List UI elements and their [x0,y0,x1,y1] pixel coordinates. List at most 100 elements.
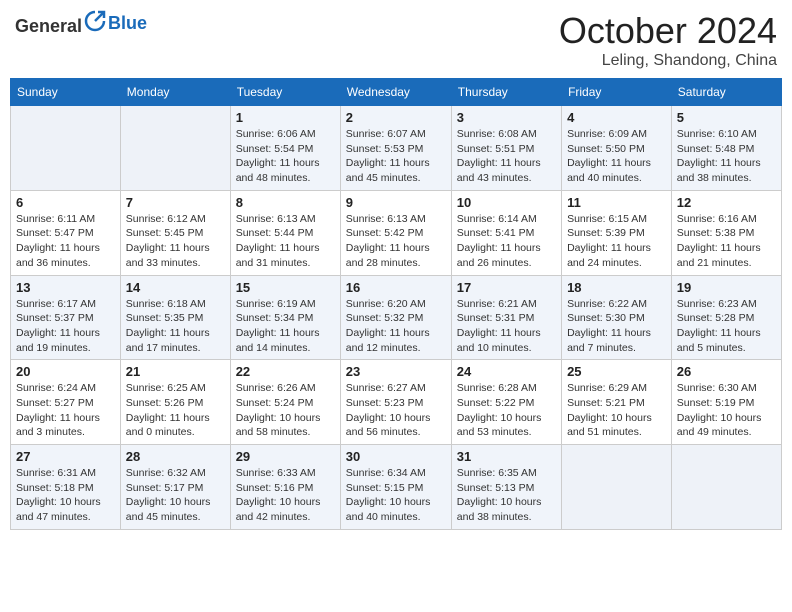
day-number: 12 [677,195,776,210]
calendar-week-row: 1 Sunrise: 6:06 AMSunset: 5:54 PMDaylight… [11,106,782,191]
day-info: Sunrise: 6:30 AMSunset: 5:19 PMDaylight:… [677,381,776,440]
calendar-cell: 21 Sunrise: 6:25 AMSunset: 5:26 PMDayligh… [120,360,230,445]
calendar-cell: 17Sunrise: 6:21 AMSunset: 5:31 PMDayligh… [451,275,561,360]
day-number: 1 [236,110,335,125]
day-number: 25 [567,364,666,379]
calendar-cell: 29 Sunrise: 6:33 AMSunset: 5:16 PMDayligh… [230,445,340,530]
day-number: 21 [126,364,225,379]
day-number: 24 [457,364,556,379]
calendar-cell: 30 Sunrise: 6:34 AMSunset: 5:15 PMDayligh… [340,445,451,530]
day-info: Sunrise: 6:16 AMSunset: 5:38 PMDaylight:… [677,212,776,271]
weekday-header: Tuesday [230,79,340,106]
day-info: Sunrise: 6:14 AMSunset: 5:41 PMDaylight:… [457,212,556,271]
calendar-cell: 6 Sunrise: 6:11 AMSunset: 5:47 PMDaylight… [11,190,121,275]
day-info: Sunrise: 6:13 AMSunset: 5:42 PMDaylight:… [346,212,446,271]
calendar-cell: 18 Sunrise: 6:22 AMSunset: 5:30 PMDayligh… [562,275,672,360]
day-info: Sunrise: 6:29 AMSunset: 5:21 PMDaylight:… [567,381,666,440]
day-number: 10 [457,195,556,210]
calendar-cell: 23Sunrise: 6:27 AMSunset: 5:23 PMDayligh… [340,360,451,445]
day-info: Sunrise: 6:28 AMSunset: 5:22 PMDaylight:… [457,381,556,440]
day-info: Sunrise: 6:10 AMSunset: 5:48 PMDaylight:… [677,127,776,186]
calendar-cell [671,445,781,530]
month-title: October 2024 [559,10,777,52]
day-info: Sunrise: 6:34 AMSunset: 5:15 PMDaylight:… [346,466,446,525]
day-number: 15 [236,280,335,295]
calendar-cell: 4 Sunrise: 6:09 AMSunset: 5:50 PMDaylight… [562,106,672,191]
day-info: Sunrise: 6:11 AMSunset: 5:47 PMDaylight:… [16,212,115,271]
day-info: Sunrise: 6:35 AMSunset: 5:13 PMDaylight:… [457,466,556,525]
weekday-header: Wednesday [340,79,451,106]
day-number: 5 [677,110,776,125]
calendar-week-row: 6 Sunrise: 6:11 AMSunset: 5:47 PMDaylight… [11,190,782,275]
calendar-header-row: SundayMondayTuesdayWednesdayThursdayFrid… [11,79,782,106]
day-number: 23 [346,364,446,379]
weekday-header: Thursday [451,79,561,106]
day-info: Sunrise: 6:19 AMSunset: 5:34 PMDaylight:… [236,297,335,356]
calendar-cell: 11Sunrise: 6:15 AMSunset: 5:39 PMDayligh… [562,190,672,275]
day-info: Sunrise: 6:18 AMSunset: 5:35 PMDaylight:… [126,297,225,356]
day-number: 3 [457,110,556,125]
day-number: 28 [126,449,225,464]
day-number: 31 [457,449,556,464]
calendar-cell: 3 Sunrise: 6:08 AMSunset: 5:51 PMDaylight… [451,106,561,191]
day-info: Sunrise: 6:12 AMSunset: 5:45 PMDaylight:… [126,212,225,271]
day-info: Sunrise: 6:08 AMSunset: 5:51 PMDaylight:… [457,127,556,186]
day-info: Sunrise: 6:31 AMSunset: 5:18 PMDaylight:… [16,466,115,525]
logo: General Blue [15,10,147,37]
calendar-cell: 12 Sunrise: 6:16 AMSunset: 5:38 PMDayligh… [671,190,781,275]
calendar-cell: 10 Sunrise: 6:14 AMSunset: 5:41 PMDayligh… [451,190,561,275]
day-number: 30 [346,449,446,464]
day-number: 27 [16,449,115,464]
day-number: 2 [346,110,446,125]
calendar-table: SundayMondayTuesdayWednesdayThursdayFrid… [10,78,782,530]
calendar-cell: 19Sunrise: 6:23 AMSunset: 5:28 PMDayligh… [671,275,781,360]
calendar-cell: 16Sunrise: 6:20 AMSunset: 5:32 PMDayligh… [340,275,451,360]
day-info: Sunrise: 6:06 AMSunset: 5:54 PMDaylight:… [236,127,335,186]
logo-text-blue: Blue [108,13,147,33]
day-number: 18 [567,280,666,295]
calendar-cell: 14Sunrise: 6:18 AMSunset: 5:35 PMDayligh… [120,275,230,360]
calendar-cell: 9 Sunrise: 6:13 AMSunset: 5:42 PMDaylight… [340,190,451,275]
logo-text-general: General [15,16,82,36]
calendar-cell: 13 Sunrise: 6:17 AMSunset: 5:37 PMDayligh… [11,275,121,360]
day-number: 20 [16,364,115,379]
day-number: 16 [346,280,446,295]
location-title: Leling, Shandong, China [559,52,777,70]
calendar-cell: 26 Sunrise: 6:30 AMSunset: 5:19 PMDayligh… [671,360,781,445]
day-info: Sunrise: 6:24 AMSunset: 5:27 PMDaylight:… [16,381,115,440]
calendar-cell [120,106,230,191]
page-header: General Blue October 2024 Leling, Shando… [10,10,782,70]
weekday-header: Friday [562,79,672,106]
day-info: Sunrise: 6:25 AMSunset: 5:26 PMDaylight:… [126,381,225,440]
day-number: 26 [677,364,776,379]
weekday-header: Monday [120,79,230,106]
calendar-cell: 15 Sunrise: 6:19 AMSunset: 5:34 PMDayligh… [230,275,340,360]
day-number: 29 [236,449,335,464]
day-number: 6 [16,195,115,210]
calendar-week-row: 13 Sunrise: 6:17 AMSunset: 5:37 PMDayligh… [11,275,782,360]
day-info: Sunrise: 6:09 AMSunset: 5:50 PMDaylight:… [567,127,666,186]
day-info: Sunrise: 6:26 AMSunset: 5:24 PMDaylight:… [236,381,335,440]
calendar-cell [11,106,121,191]
calendar-cell: 2 Sunrise: 6:07 AMSunset: 5:53 PMDaylight… [340,106,451,191]
calendar-week-row: 27 Sunrise: 6:31 AMSunset: 5:18 PMDayligh… [11,445,782,530]
day-number: 22 [236,364,335,379]
day-info: Sunrise: 6:32 AMSunset: 5:17 PMDaylight:… [126,466,225,525]
calendar-cell: 22 Sunrise: 6:26 AMSunset: 5:24 PMDayligh… [230,360,340,445]
day-info: Sunrise: 6:17 AMSunset: 5:37 PMDaylight:… [16,297,115,356]
day-info: Sunrise: 6:07 AMSunset: 5:53 PMDaylight:… [346,127,446,186]
calendar-cell: 24 Sunrise: 6:28 AMSunset: 5:22 PMDayligh… [451,360,561,445]
calendar-cell: 20 Sunrise: 6:24 AMSunset: 5:27 PMDayligh… [11,360,121,445]
calendar-cell: 5 Sunrise: 6:10 AMSunset: 5:48 PMDaylight… [671,106,781,191]
calendar-cell: 25 Sunrise: 6:29 AMSunset: 5:21 PMDayligh… [562,360,672,445]
logo-icon [84,10,106,32]
day-number: 9 [346,195,446,210]
day-info: Sunrise: 6:15 AMSunset: 5:39 PMDaylight:… [567,212,666,271]
calendar-week-row: 20 Sunrise: 6:24 AMSunset: 5:27 PMDayligh… [11,360,782,445]
calendar-cell: 7Sunrise: 6:12 AMSunset: 5:45 PMDaylight… [120,190,230,275]
day-info: Sunrise: 6:33 AMSunset: 5:16 PMDaylight:… [236,466,335,525]
calendar-cell: 31 Sunrise: 6:35 AMSunset: 5:13 PMDayligh… [451,445,561,530]
day-number: 13 [16,280,115,295]
day-info: Sunrise: 6:22 AMSunset: 5:30 PMDaylight:… [567,297,666,356]
day-number: 4 [567,110,666,125]
